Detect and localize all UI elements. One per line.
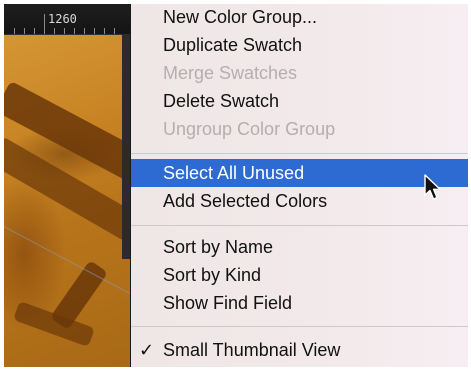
path-guide-line [4,226,130,298]
menu-item-show-find-field[interactable]: Show Find Field [131,289,468,317]
ruler-tick [84,28,85,34]
menu-item-small-thumbnail-view[interactable]: ✓ Small Thumbnail View [131,336,468,364]
vertical-scrollbar[interactable] [122,34,130,259]
menu-separator [131,225,468,226]
menu-item-select-all-unused[interactable]: Select All Unused [131,159,468,187]
horizontal-ruler: 1260 [4,4,130,35]
menu-item-label: Delete Swatch [163,90,280,111]
menu-item-add-selected-colors[interactable]: Add Selected Colors [131,187,468,215]
menu-separator [131,326,468,327]
menu-item-new-color-group[interactable]: New Color Group... [131,4,468,31]
menu-item-sort-by-name[interactable]: Sort by Name [131,233,468,261]
menu-item-duplicate-swatch[interactable]: Duplicate Swatch [131,31,468,59]
menu-item-label: Merge Swatches [163,62,298,83]
ruler-tick [44,14,45,34]
ruler-tick [24,28,25,34]
menu-item-label: Sort by Name [163,236,274,257]
checkmark-icon: ✓ [139,339,155,360]
menu-item-delete-swatch[interactable]: Delete Swatch [131,87,468,115]
menu-item-merge-swatches: Merge Swatches [131,59,468,87]
menu-item-label: Add Selected Colors [163,190,328,211]
ruler-tick [54,28,55,34]
menu-item-label: Sort by Kind [163,264,262,285]
swatches-panel-menu: New Color Group... Duplicate Swatch Merg… [130,4,468,367]
ruler-label: 1260 [48,12,77,26]
menu-item-label: New Color Group... [163,6,318,27]
menu-separator [131,153,468,154]
menu-item-ungroup-color-group: Ungroup Color Group [131,115,468,143]
ruler-tick [34,28,35,34]
ruler-tick [64,28,65,34]
ruler-tick [74,28,75,34]
menu-item-label: Show Find Field [163,292,293,313]
ruler-tick [104,28,105,34]
ruler-tick [94,28,95,34]
menu-item-label: Duplicate Swatch [163,34,303,55]
mouse-pointer-icon [424,174,441,200]
menu-item-label: Small Thumbnail View [163,339,341,360]
menu-item-label: Select All Unused [163,162,305,183]
ruler-tick [114,28,115,34]
ruler-tick [14,28,15,34]
menu-item-sort-by-kind[interactable]: Sort by Kind [131,261,468,289]
document-canvas[interactable]: 1260 [4,4,130,367]
menu-item-label: Ungroup Color Group [163,118,336,139]
